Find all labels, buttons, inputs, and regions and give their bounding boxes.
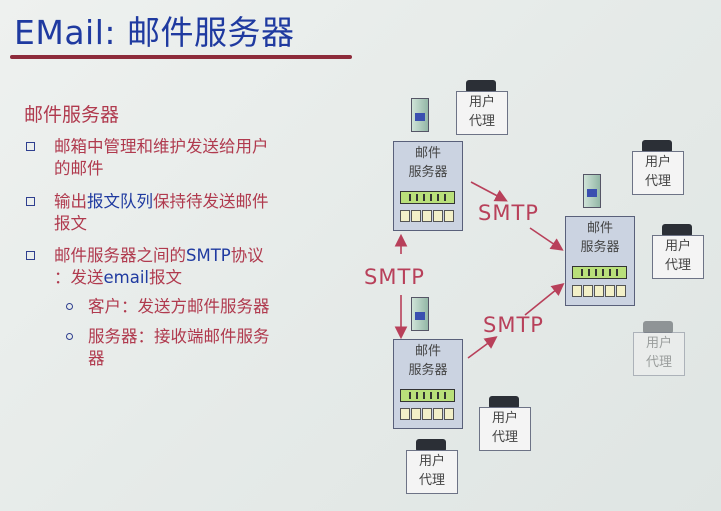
slide: EMail: 邮件服务器 邮件服务器 邮箱中管理和维护发送给用户 的邮件 输出报… (0, 0, 721, 511)
server-label: 服务器 (580, 240, 620, 255)
message-queue-icon (400, 191, 455, 204)
computer-tower-icon (411, 297, 429, 331)
user-agent-box: 用户 代理 (652, 235, 704, 279)
message-queue-icon (400, 389, 455, 402)
computer-tower-icon (583, 174, 601, 208)
disk-icon (587, 189, 597, 197)
disk-icon (415, 113, 425, 121)
smtp-label: SMTP (364, 265, 425, 289)
user-agent-box: 用户 代理 (456, 91, 508, 135)
agent-label: 代理 (664, 258, 691, 273)
agent-label: 代理 (418, 473, 445, 488)
mailbox-slots-icon (572, 285, 628, 298)
user-agent-box: 用户 代理 (479, 407, 531, 451)
agent-label: 代理 (644, 174, 671, 189)
agent-label: 用户 (491, 411, 518, 426)
server-label: 服务器 (408, 165, 448, 180)
agent-label: 用户 (468, 95, 495, 110)
agent-label: 代理 (491, 430, 518, 445)
message-queue-icon (572, 266, 627, 279)
computer-tower-icon (411, 98, 429, 132)
user-agent-box: 用户 代理 (632, 151, 684, 195)
agent-label: 用户 (645, 336, 672, 351)
user-agent-box-faded: 用户 代理 (633, 332, 685, 376)
disk-icon (415, 312, 425, 320)
user-agent-box: 用户 代理 (406, 450, 458, 494)
smtp-label: SMTP (483, 313, 544, 337)
mail-server-top: 邮件 服务器 (393, 141, 463, 231)
mail-server-right: 邮件 服务器 (565, 216, 635, 306)
smtp-label: SMTP (478, 201, 539, 225)
mail-server-bottom: 邮件 服务器 (393, 339, 463, 429)
agent-label: 用户 (418, 454, 445, 469)
server-label: 邮件 (586, 221, 613, 236)
agent-label: 用户 (664, 239, 691, 254)
server-label: 邮件 (414, 146, 441, 161)
mailbox-slots-icon (400, 408, 456, 421)
mailbox-slots-icon (400, 210, 456, 223)
server-label: 服务器 (408, 363, 448, 378)
agent-label: 代理 (468, 114, 495, 129)
agent-label: 代理 (645, 355, 672, 370)
agent-label: 用户 (644, 155, 671, 170)
server-label: 邮件 (414, 344, 441, 359)
